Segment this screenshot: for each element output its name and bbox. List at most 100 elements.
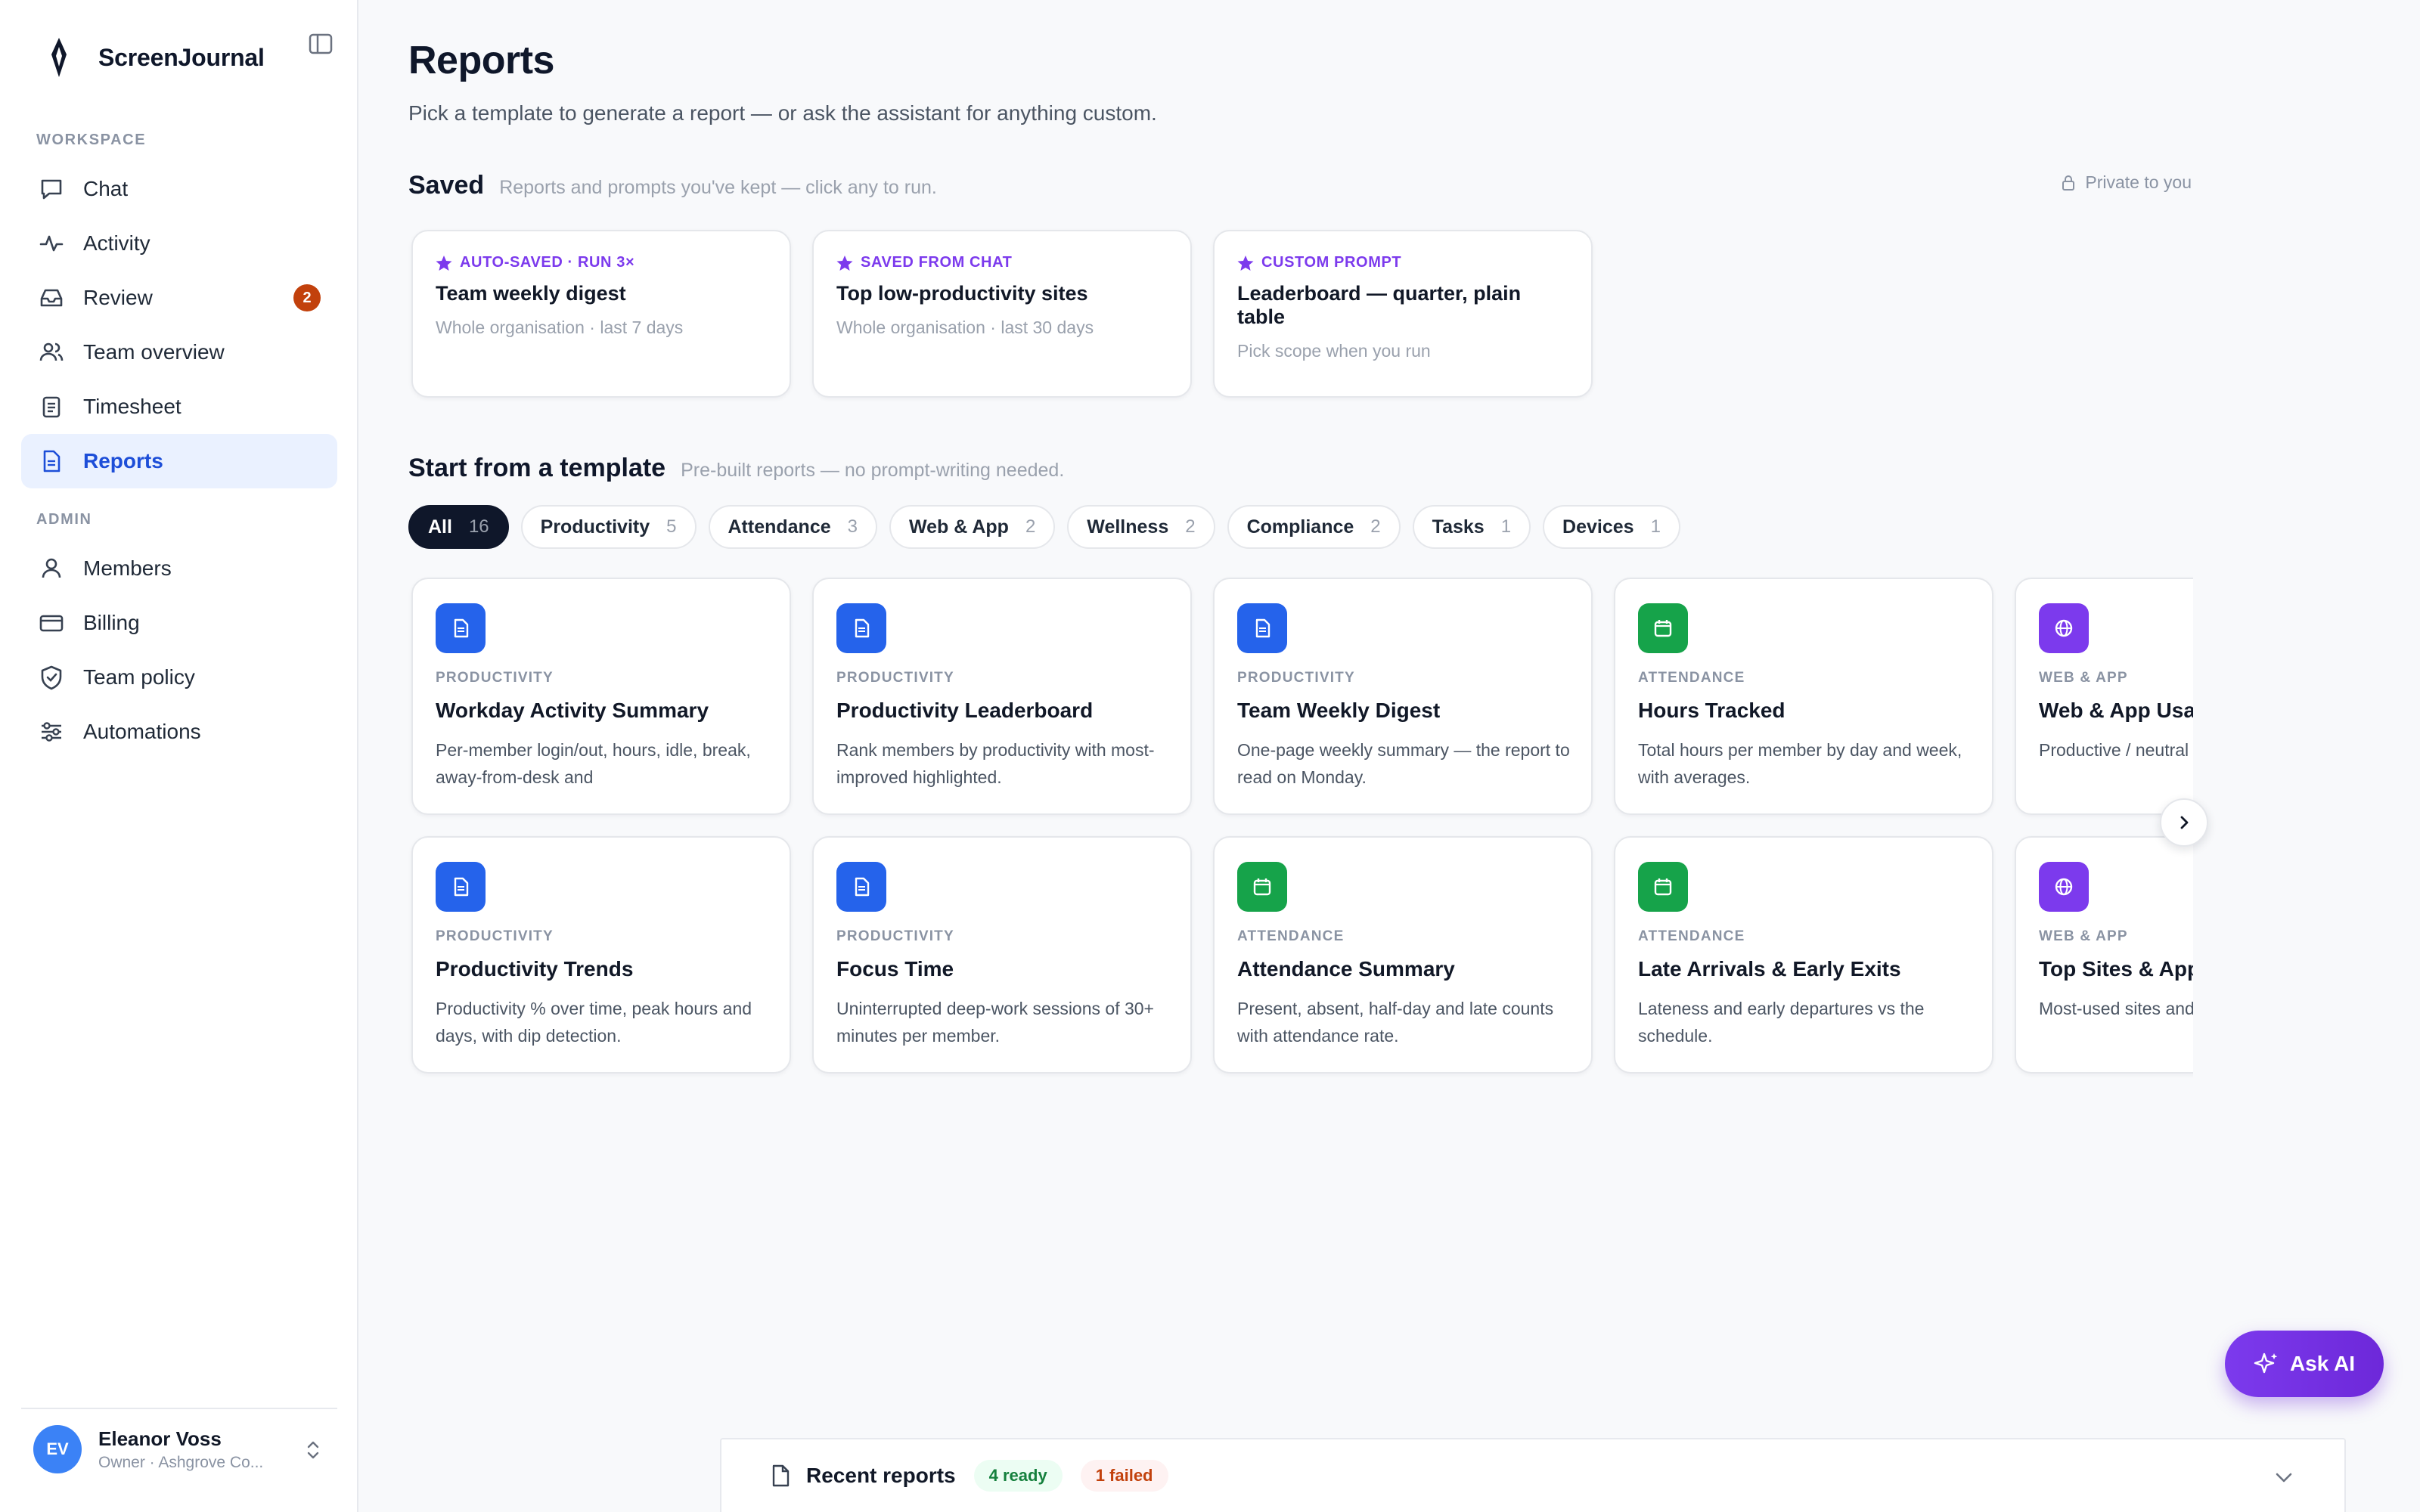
saved-tag: SAVED FROM CHAT — [861, 254, 1013, 271]
workspace-section-label: WORKSPACE — [36, 132, 147, 148]
sidebar-item-billing[interactable]: Billing — [21, 596, 337, 650]
sidebar-item-members[interactable]: Members — [21, 541, 337, 596]
template-card[interactable]: WEB & APP Web & App Usage Productive / neu… — [2015, 578, 2193, 815]
saved-title: Leaderboard — quarter, plain table — [1237, 282, 1522, 328]
saved-meta: Whole organisation · last 7 days — [436, 318, 684, 337]
sidebar-item-label: Activity — [83, 231, 150, 255]
user-menu[interactable]: EV Eleanor Voss Owner · Ashgrove Co... — [21, 1408, 337, 1489]
template-card[interactable]: PRODUCTIVITY Team Weekly Digest One-page w… — [1213, 578, 1593, 815]
template-title: Web & App Usage — [2039, 699, 2193, 722]
template-card[interactable]: ATTENDANCE Hours Tracked Total hours per m… — [1614, 578, 1993, 815]
saved-title: Team weekly digest — [436, 282, 626, 305]
filter-chip-devices[interactable]: Devices 1 — [1543, 505, 1680, 549]
template-category: PRODUCTIVITY — [836, 670, 954, 686]
user-icon — [38, 555, 65, 582]
admin-section-label: ADMIN — [36, 511, 92, 528]
chip-count: 5 — [666, 516, 677, 537]
app-name: ScreenJournal — [98, 43, 265, 71]
activity-icon — [38, 230, 65, 257]
ask-ai-button[interactable]: Ask AI — [2225, 1331, 2384, 1397]
ready-count-badge: 4 ready — [973, 1460, 1063, 1492]
filter-chip-wellness[interactable]: Wellness 2 — [1067, 505, 1215, 549]
star-icon — [436, 255, 452, 271]
chip-label: All — [428, 516, 452, 538]
recent-reports-bar[interactable]: Recent reports 4 ready 1 failed — [720, 1438, 2346, 1512]
template-description: One-page weekly summary — the report to … — [1237, 740, 1570, 787]
chip-label: Tasks — [1432, 516, 1485, 538]
filter-chip-tasks[interactable]: Tasks 1 — [1412, 505, 1531, 549]
saved-heading: Saved — [408, 171, 485, 200]
user-name: Eleanor Voss — [98, 1427, 222, 1450]
sidebar-toggle-icon[interactable] — [306, 32, 336, 57]
chevron-updown-icon[interactable] — [302, 1436, 324, 1464]
calendar-icon — [1638, 862, 1688, 912]
carousel-next-button[interactable] — [2160, 798, 2208, 847]
template-category: ATTENDANCE — [1638, 928, 1745, 944]
template-filters: All 16 Productivity 5 Attendance 3 Web & Ap… — [408, 505, 1680, 549]
document-icon — [836, 862, 886, 912]
saved-tag: CUSTOM PROMPT — [1261, 254, 1402, 271]
saved-title: Top low-productivity sites — [836, 282, 1088, 305]
chip-label: Productivity — [540, 516, 650, 538]
template-category: WEB & APP — [2039, 928, 2128, 944]
template-card[interactable]: PRODUCTIVITY Focus Time Uninterrupted deep… — [812, 836, 1192, 1074]
template-category: PRODUCTIVITY — [436, 928, 554, 944]
sidebar-item-label: Members — [83, 556, 172, 580]
star-icon — [836, 255, 853, 271]
chip-label: Devices — [1562, 516, 1634, 538]
page-subtitle: Pick a template to generate a report — o… — [408, 101, 1157, 125]
sidebar-item-activity[interactable]: Activity — [21, 216, 337, 271]
sidebar-item-timesheet[interactable]: Timesheet — [21, 380, 337, 434]
filter-chip-web-app[interactable]: Web & App 2 — [889, 505, 1056, 549]
sidebar-item-review[interactable]: Review 2 — [21, 271, 337, 325]
saved-meta: Whole organisation · last 30 days — [836, 318, 1094, 337]
template-card[interactable]: ATTENDANCE Attendance Summary Present, abs… — [1213, 836, 1593, 1074]
templates-subheading: Pre-built reports — no prompt-writing ne… — [681, 460, 1065, 481]
template-card[interactable]: WEB & APP Top Sites & Apps Most-used sites… — [2015, 836, 2193, 1074]
saved-card[interactable]: SAVED FROM CHAT Top low-productivity sit… — [812, 230, 1192, 398]
template-category: ATTENDANCE — [1237, 928, 1345, 944]
saved-subheading: Reports and prompts you've kept — click … — [499, 177, 937, 198]
saved-meta: Pick scope when you run — [1237, 341, 1431, 361]
user-role: Owner · Ashgrove Co... — [98, 1453, 264, 1471]
filter-chip-productivity[interactable]: Productivity 5 — [520, 505, 697, 549]
avatar: EV — [33, 1425, 82, 1473]
template-card[interactable]: PRODUCTIVITY Workday Activity Summary Per-… — [411, 578, 791, 815]
credit-card-icon — [38, 609, 65, 637]
template-title: Focus Time — [836, 957, 954, 981]
document-icon — [1237, 603, 1287, 653]
template-description: Total hours per member by day and week, … — [1638, 740, 1962, 787]
clipboard-icon — [38, 393, 65, 420]
document-icon — [772, 1464, 790, 1487]
template-card[interactable]: PRODUCTIVITY Productivity Trends Productiv… — [411, 836, 791, 1074]
sparkle-icon — [2254, 1352, 2278, 1374]
template-card[interactable]: PRODUCTIVITY Productivity Leaderboard Rank… — [812, 578, 1192, 815]
sidebar-item-team-overview[interactable]: Team overview — [21, 325, 337, 380]
saved-card[interactable]: AUTO-SAVED · RUN 3× Team weekly digest W… — [411, 230, 791, 398]
template-category: PRODUCTIVITY — [436, 670, 554, 686]
chip-count: 2 — [1025, 516, 1036, 537]
template-title: Productivity Leaderboard — [836, 699, 1094, 722]
document-icon — [436, 603, 486, 653]
template-card[interactable]: ATTENDANCE Late Arrivals & Early Exits Lat… — [1614, 836, 1993, 1074]
chip-label: Wellness — [1087, 516, 1169, 538]
filter-chip-compliance[interactable]: Compliance 2 — [1227, 505, 1401, 549]
sidebar-item-label: Reports — [83, 449, 163, 472]
globe-icon — [2039, 603, 2089, 653]
inbox-icon — [38, 284, 65, 311]
filter-chip-attendance[interactable]: Attendance 3 — [708, 505, 877, 549]
chevron-down-icon[interactable] — [2272, 1467, 2296, 1488]
document-icon — [436, 862, 486, 912]
sidebar-item-reports[interactable]: Reports — [21, 434, 337, 488]
chip-count: 2 — [1185, 516, 1196, 537]
calendar-icon — [1237, 862, 1287, 912]
privacy-label: Private to you — [2085, 172, 2192, 192]
saved-card[interactable]: CUSTOM PROMPT Leaderboard — quarter, pla… — [1213, 230, 1593, 398]
lock-icon — [2062, 175, 2075, 191]
sidebar-item-chat[interactable]: Chat — [21, 162, 337, 216]
sidebar-item-automations[interactable]: Automations — [21, 705, 337, 759]
filter-chip-all[interactable]: All 16 — [408, 505, 509, 549]
privacy-note: Private to you — [2061, 172, 2192, 193]
brand[interactable]: ScreenJournal — [42, 36, 265, 79]
sidebar-item-team-policy[interactable]: Team policy — [21, 650, 337, 705]
